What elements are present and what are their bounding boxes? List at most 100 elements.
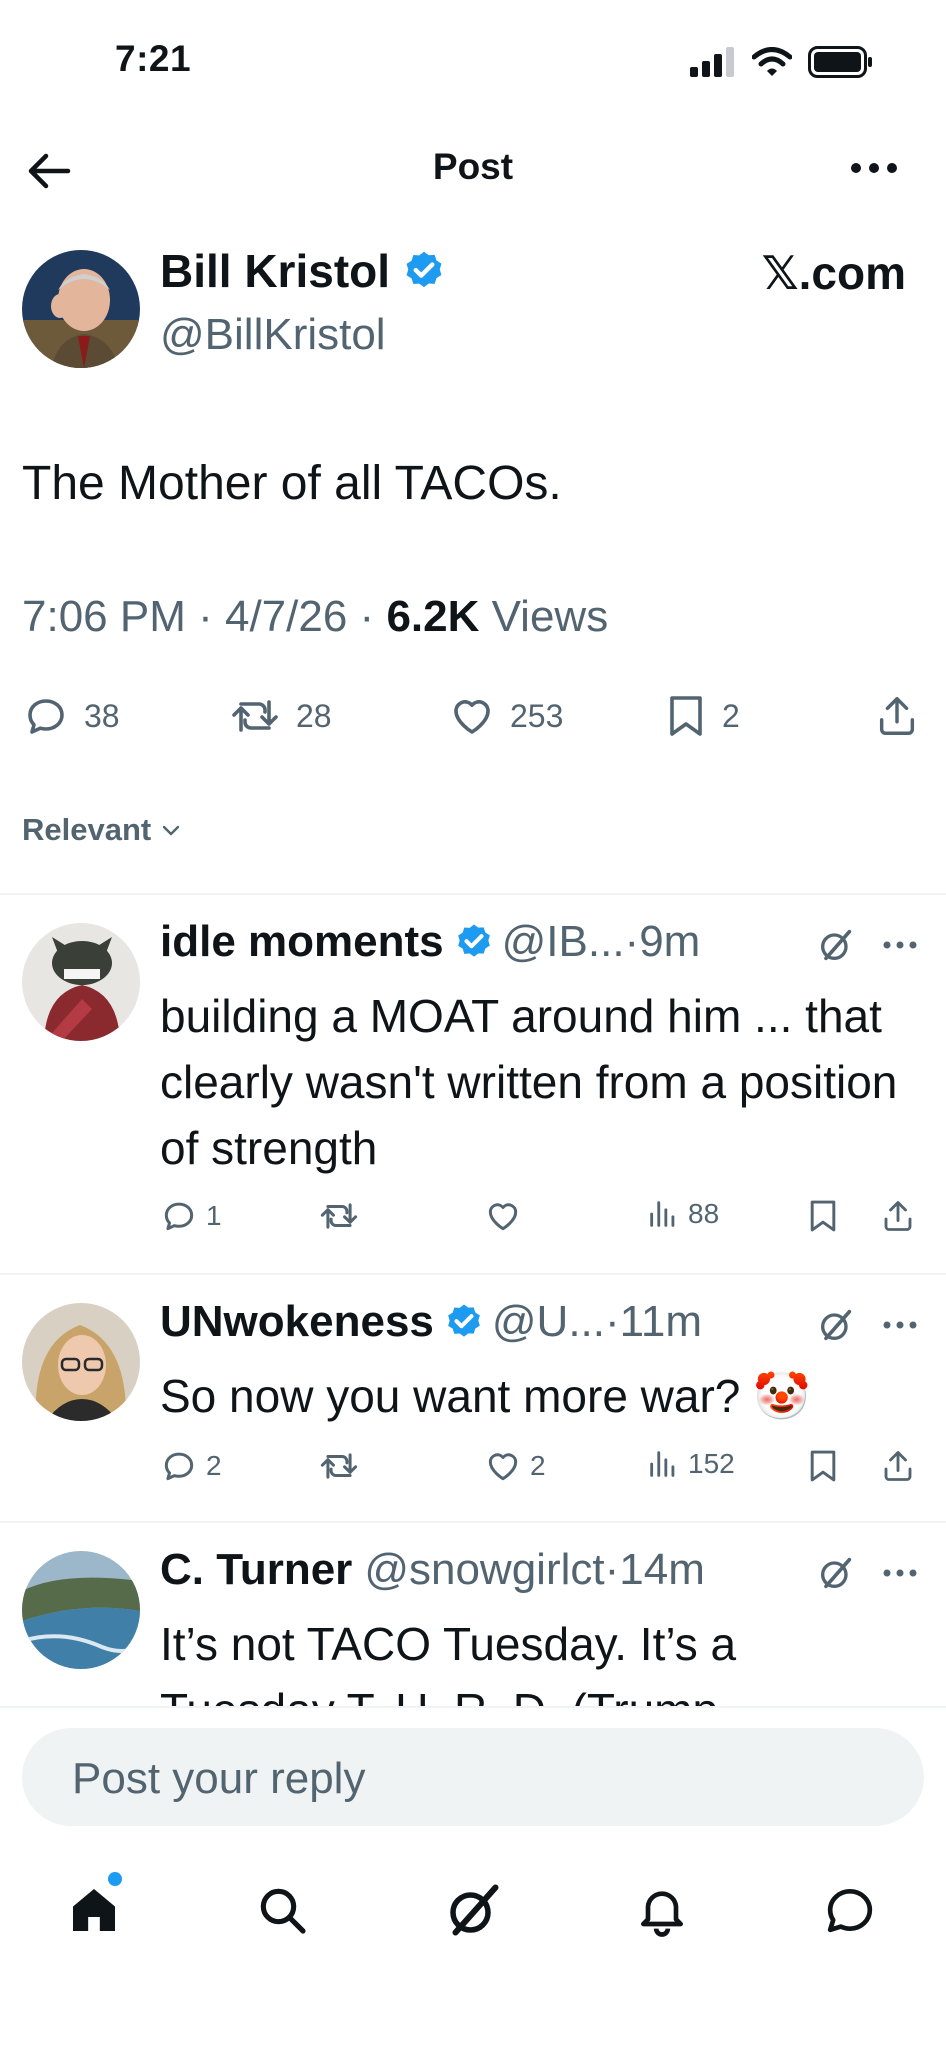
reply-header-actions	[816, 1553, 918, 1593]
more-icon[interactable]	[882, 1567, 918, 1579]
author-avatar[interactable]	[22, 250, 140, 368]
heart-icon	[488, 1453, 518, 1481]
heart-icon	[454, 700, 490, 734]
more-icon[interactable]	[882, 1319, 918, 1331]
reply-input[interactable]: Post your reply	[22, 1728, 924, 1826]
views-chart-icon	[650, 1451, 675, 1477]
reply-author-handle[interactable]: @snowgirlct	[364, 1545, 604, 1595]
repost-icon	[320, 1203, 358, 1229]
views-label: Views	[491, 592, 609, 641]
views-count: 6.2K	[386, 592, 480, 641]
tab-home[interactable]	[62, 1878, 126, 1942]
like-count: 2	[530, 1450, 546, 1481]
reply-header: idle moments @IB... · 9m	[160, 917, 700, 967]
reply-icon	[164, 1202, 194, 1231]
bookmark-button[interactable]: 2	[664, 692, 740, 740]
tab-messages[interactable]	[818, 1878, 882, 1942]
bookmark-icon	[810, 1450, 836, 1482]
post-actions: 38 28 253 2	[0, 688, 946, 744]
chevron-down-icon	[163, 825, 180, 836]
share-icon	[884, 1451, 912, 1481]
reply-time: 14m	[619, 1545, 705, 1594]
author-name-text: Bill Kristol	[160, 245, 391, 297]
share-button[interactable]	[880, 1197, 916, 1235]
tab-notifications[interactable]	[630, 1878, 694, 1942]
reply-avatar[interactable]	[22, 923, 140, 1041]
views-count: 88	[688, 1198, 720, 1229]
views-count: 152	[688, 1448, 735, 1479]
reply-item[interactable]: UNwokeness @U... · 11m So now you want m…	[0, 1275, 946, 1521]
post-text: The Mother of all TACOs.	[22, 457, 562, 510]
bookmark-button[interactable]	[806, 1447, 840, 1485]
tab-grok[interactable]	[441, 1878, 505, 1942]
divider	[0, 1706, 946, 1708]
separator-dot: ·	[624, 917, 640, 966]
grok-icon[interactable]	[816, 1553, 856, 1593]
bookmark-button[interactable]	[806, 1197, 840, 1235]
reply-header-actions	[816, 925, 918, 965]
post-date: 4/7/26	[224, 592, 348, 641]
more-icon[interactable]	[882, 939, 918, 951]
tab-search[interactable]	[250, 1878, 314, 1942]
author-name[interactable]: Bill Kristol	[160, 244, 446, 298]
reply-button[interactable]: 1	[160, 1197, 222, 1235]
source-label: 𝕏.com	[761, 247, 906, 299]
repost-button[interactable]: 28	[228, 692, 332, 740]
reply-count: 2	[206, 1450, 222, 1481]
reply-text: building a MOAT around him ... that clea…	[160, 990, 898, 1174]
share-icon	[879, 697, 915, 735]
home-notification-dot	[108, 1872, 122, 1886]
repost-button[interactable]	[318, 1447, 368, 1485]
like-button[interactable]	[484, 1197, 530, 1235]
grok-icon[interactable]	[816, 925, 856, 965]
share-button[interactable]	[874, 692, 920, 740]
reply-author-handle[interactable]: @U...	[492, 1297, 605, 1347]
repost-icon	[232, 700, 278, 732]
reply-button[interactable]: 38	[22, 692, 120, 740]
battery-icon	[808, 46, 872, 78]
repost-count: 28	[296, 697, 332, 734]
reply-author-handle[interactable]: @IB...	[502, 917, 625, 967]
reply-button[interactable]: 2	[160, 1447, 222, 1485]
repost-icon	[320, 1453, 358, 1479]
bookmark-count: 2	[722, 697, 740, 734]
reply-icon	[164, 1452, 194, 1481]
grok-icon[interactable]	[816, 1305, 856, 1345]
heart-icon	[488, 1203, 518, 1231]
sort-dropdown[interactable]: Relevant	[22, 812, 183, 848]
reply-avatar[interactable]	[22, 1303, 140, 1421]
reply-count: 1	[206, 1200, 222, 1231]
page-title: Post	[432, 146, 514, 187]
views-button[interactable]: 88	[646, 1197, 719, 1231]
reply-header: UNwokeness @U... · 11m	[160, 1297, 702, 1347]
like-button[interactable]: 2	[484, 1447, 546, 1485]
status-icons	[690, 46, 874, 78]
messages-icon	[827, 1889, 873, 1933]
back-arrow-icon	[28, 153, 71, 189]
wifi-icon	[752, 47, 792, 76]
reply-time: 9m	[639, 917, 701, 966]
reply-item[interactable]: idle moments @IB... · 9m building a MOAT…	[0, 895, 946, 1273]
reply-author-name[interactable]: idle moments	[160, 917, 444, 967]
reply-author-name[interactable]: UNwokeness	[160, 1297, 434, 1347]
share-button[interactable]	[880, 1447, 916, 1485]
reply-count: 38	[84, 697, 120, 734]
reply-time: 11m	[619, 1297, 702, 1346]
reply-item[interactable]: C. Turner @snowgirlct · 14m It’s not TAC…	[0, 1523, 946, 1707]
reply-text: So now you want more war? 🤡	[160, 1370, 811, 1422]
bottom-tab-bar	[0, 1860, 946, 1960]
repost-button[interactable]	[318, 1197, 368, 1235]
views-button[interactable]: 152	[646, 1447, 735, 1481]
post-time: 7:06 PM	[22, 592, 186, 641]
reply-author-name[interactable]: C. Turner	[160, 1545, 352, 1595]
back-button[interactable]	[24, 146, 74, 196]
reply-avatar[interactable]	[22, 1551, 140, 1669]
like-button[interactable]: 253	[448, 692, 563, 740]
views-chart-icon	[650, 1201, 675, 1227]
more-icon	[851, 163, 897, 173]
author-handle[interactable]: @BillKristol	[160, 310, 386, 360]
bookmark-icon	[670, 696, 702, 736]
more-options-button[interactable]	[850, 156, 898, 180]
like-count: 253	[510, 697, 564, 734]
home-icon	[73, 1889, 115, 1931]
